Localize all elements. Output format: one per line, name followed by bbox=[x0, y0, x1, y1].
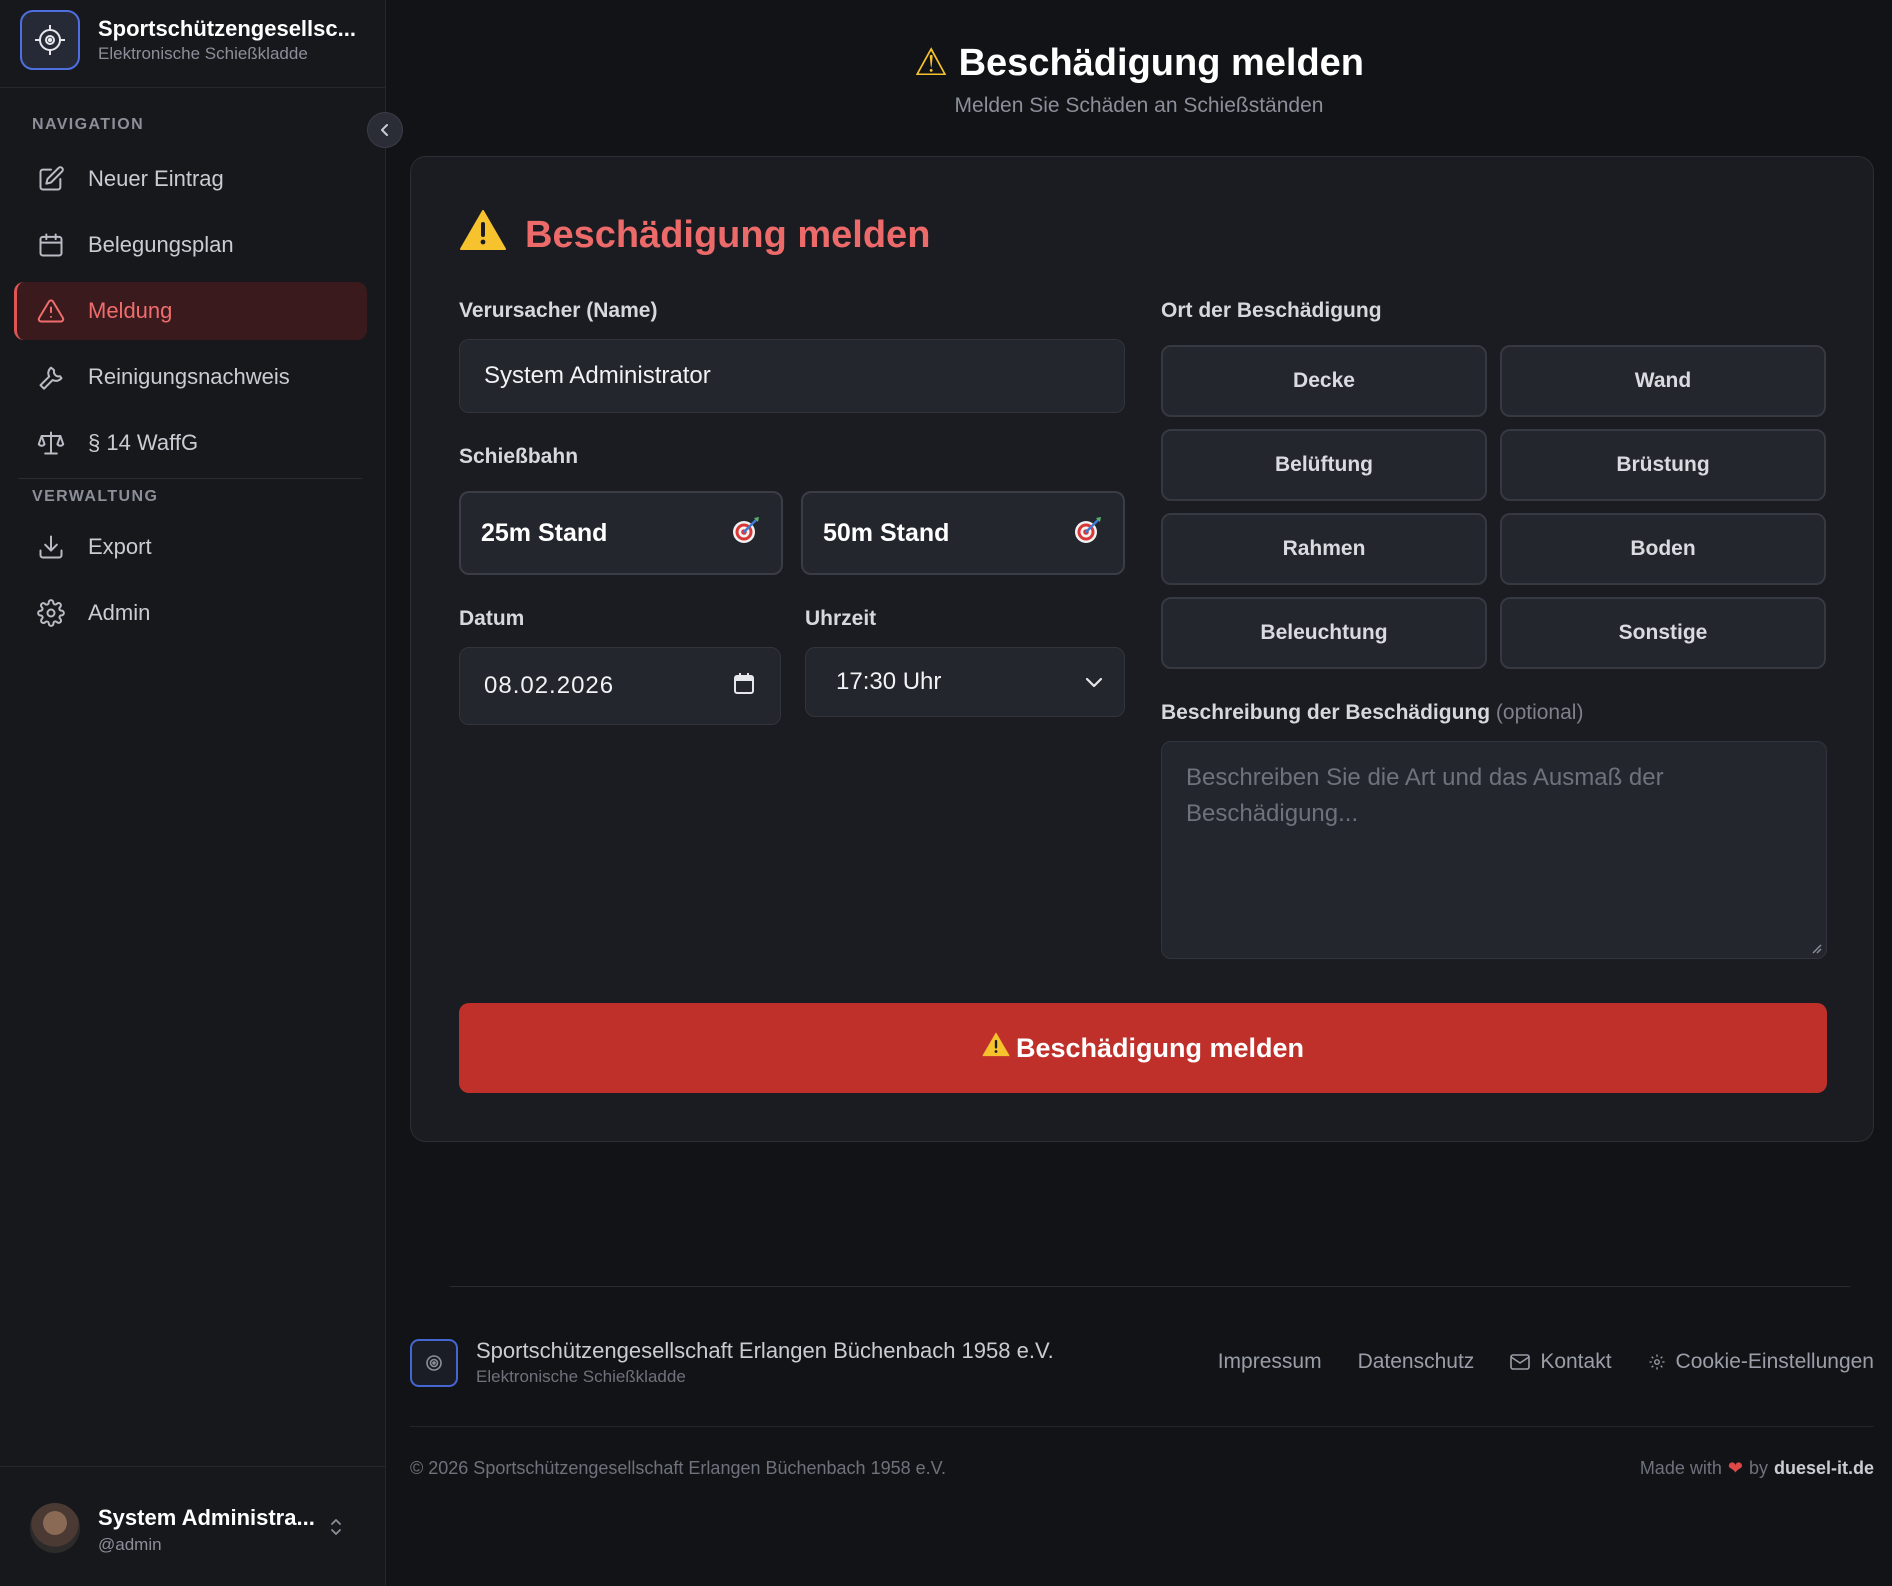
submit-report-button[interactable]: Beschädigung melden bbox=[459, 1003, 1827, 1093]
scale-icon bbox=[36, 428, 66, 458]
nav-item-label: Meldung bbox=[88, 298, 173, 323]
footer-target-logo-icon bbox=[410, 1339, 458, 1387]
app-name: Sportschützengesellsc... bbox=[98, 16, 356, 41]
calendar-picker-icon[interactable] bbox=[734, 672, 754, 701]
app-subtitle: Elektronische Schießkladde bbox=[98, 44, 308, 63]
location-button-beleuchtung[interactable]: Beleuchtung bbox=[1161, 597, 1487, 669]
causer-label: Verursacher (Name) bbox=[459, 299, 658, 322]
location-button-wand[interactable]: Wand bbox=[1500, 345, 1826, 417]
edit-icon bbox=[36, 164, 66, 194]
location-button-boden[interactable]: Boden bbox=[1500, 513, 1826, 585]
date-input[interactable]: 08.02.2026 bbox=[459, 647, 781, 725]
download-icon bbox=[36, 532, 66, 562]
page-subtitle: Melden Sie Schäden an Schießständen bbox=[954, 94, 1324, 117]
location-button-belueftung[interactable]: Belüftung bbox=[1161, 429, 1487, 501]
location-button-decke[interactable]: Decke bbox=[1161, 345, 1487, 417]
nav-divider bbox=[18, 478, 362, 479]
description-label: Beschreibung der Beschädigung (optional) bbox=[1161, 701, 1584, 724]
chevron-left-icon bbox=[381, 124, 388, 136]
wrench-icon bbox=[36, 362, 66, 392]
nav-item-label: § 14 WaffG bbox=[88, 430, 199, 455]
made-with-credit: Made with ❤ by duesel-it.de bbox=[1639, 1458, 1874, 1479]
footer-org-name: Sportschützengesellschaft Erlangen Büche… bbox=[476, 1338, 1054, 1363]
gear-icon bbox=[1649, 1354, 1665, 1370]
damage-report-card: Beschädigung melden Verursacher (Name) S… bbox=[410, 156, 1874, 1142]
warning-emoji-icon bbox=[982, 1032, 1010, 1064]
footer-divider-bottom bbox=[410, 1426, 1874, 1427]
warning-triangle-icon bbox=[459, 209, 507, 261]
nav-item-export[interactable]: Export bbox=[14, 518, 367, 576]
footer-link-cookies[interactable]: Cookie-Einstellungen bbox=[1648, 1350, 1874, 1374]
time-select[interactable]: 17:30 Uhr bbox=[805, 647, 1125, 717]
nav-item-label: Admin bbox=[88, 600, 151, 625]
footer-link-impressum[interactable]: Impressum bbox=[1218, 1350, 1322, 1374]
user-handle: @admin bbox=[98, 1535, 162, 1554]
footer-divider bbox=[450, 1286, 1850, 1287]
form-title: Beschädigung melden bbox=[459, 209, 930, 261]
resize-handle-icon[interactable] bbox=[1810, 942, 1822, 954]
copyright-text: © 2026 Sportschützengesellschaft Erlange… bbox=[410, 1458, 946, 1478]
warning-icon bbox=[36, 296, 66, 326]
brand-header[interactable]: Sportschützengesellsc... Elektronische S… bbox=[0, 0, 385, 88]
nav-item-label: Export bbox=[88, 534, 152, 559]
time-label: Uhrzeit bbox=[805, 607, 877, 630]
nav-item-meldung[interactable]: Meldung bbox=[14, 282, 367, 340]
calendar-icon bbox=[36, 230, 66, 260]
nav-item-label: Neuer Eintrag bbox=[88, 166, 224, 191]
warning-emoji-icon: ⚠ bbox=[913, 42, 949, 84]
gear-icon bbox=[36, 598, 66, 628]
date-label: Datum bbox=[459, 607, 525, 630]
nav-item-admin[interactable]: Admin bbox=[14, 584, 367, 642]
nav-item-belegungsplan[interactable]: Belegungsplan bbox=[14, 216, 367, 274]
chevron-up-down-icon bbox=[326, 1515, 346, 1544]
footer-link-kontakt[interactable]: Kontakt bbox=[1510, 1350, 1612, 1374]
location-button-rahmen[interactable]: Rahmen bbox=[1161, 513, 1487, 585]
avatar bbox=[30, 1503, 80, 1553]
chevron-down-icon bbox=[1084, 668, 1104, 696]
footer-link-datenschutz[interactable]: Datenschutz bbox=[1358, 1350, 1475, 1374]
heart-icon: ❤ bbox=[1727, 1458, 1743, 1478]
sidebar-collapse-button[interactable] bbox=[367, 112, 403, 148]
page-title: ⚠ Beschädigung melden bbox=[913, 42, 1365, 84]
dart-target-icon bbox=[731, 515, 761, 552]
lane-label: Schießbahn bbox=[459, 445, 579, 468]
location-button-bruestung[interactable]: Brüstung bbox=[1500, 429, 1826, 501]
user-name: System Administra... bbox=[98, 1505, 315, 1530]
footer-links: Impressum Datenschutz Kontakt Cookie-Ein… bbox=[1182, 1350, 1874, 1374]
target-logo-icon bbox=[20, 10, 80, 70]
navigation-section-label: NAVIGATION bbox=[32, 116, 145, 133]
lane-button-50m[interactable]: 50m Stand bbox=[801, 491, 1125, 575]
footer-org-subtitle: Elektronische Schießkladde bbox=[476, 1367, 686, 1386]
sidebar: Sportschützengesellsc... Elektronische S… bbox=[0, 0, 386, 1586]
description-textarea[interactable]: Beschreiben Sie die Art und das Ausmaß d… bbox=[1161, 741, 1827, 959]
nav-item-label: Belegungsplan bbox=[88, 232, 234, 257]
dart-target-icon bbox=[1073, 515, 1103, 552]
description-placeholder: Beschreiben Sie die Art und das Ausmaß d… bbox=[1186, 764, 1664, 827]
mail-icon bbox=[1510, 1354, 1531, 1370]
causer-input[interactable]: System Administrator bbox=[459, 339, 1125, 413]
location-label: Ort der Beschädigung bbox=[1161, 299, 1382, 322]
nav-item-neuer-eintrag[interactable]: Neuer Eintrag bbox=[14, 150, 367, 208]
user-menu[interactable]: System Administra... @admin bbox=[0, 1466, 385, 1586]
admin-section-label: VERWALTUNG bbox=[32, 488, 159, 505]
nav-item-reinigungsnachweis[interactable]: Reinigungsnachweis bbox=[14, 348, 367, 406]
nav-item-waffg[interactable]: § 14 WaffG bbox=[14, 414, 367, 472]
credit-link[interactable]: duesel-it.de bbox=[1774, 1458, 1874, 1479]
lane-button-25m[interactable]: 25m Stand bbox=[459, 491, 783, 575]
nav-item-label: Reinigungsnachweis bbox=[88, 364, 290, 389]
location-button-sonstige[interactable]: Sonstige bbox=[1500, 597, 1826, 669]
